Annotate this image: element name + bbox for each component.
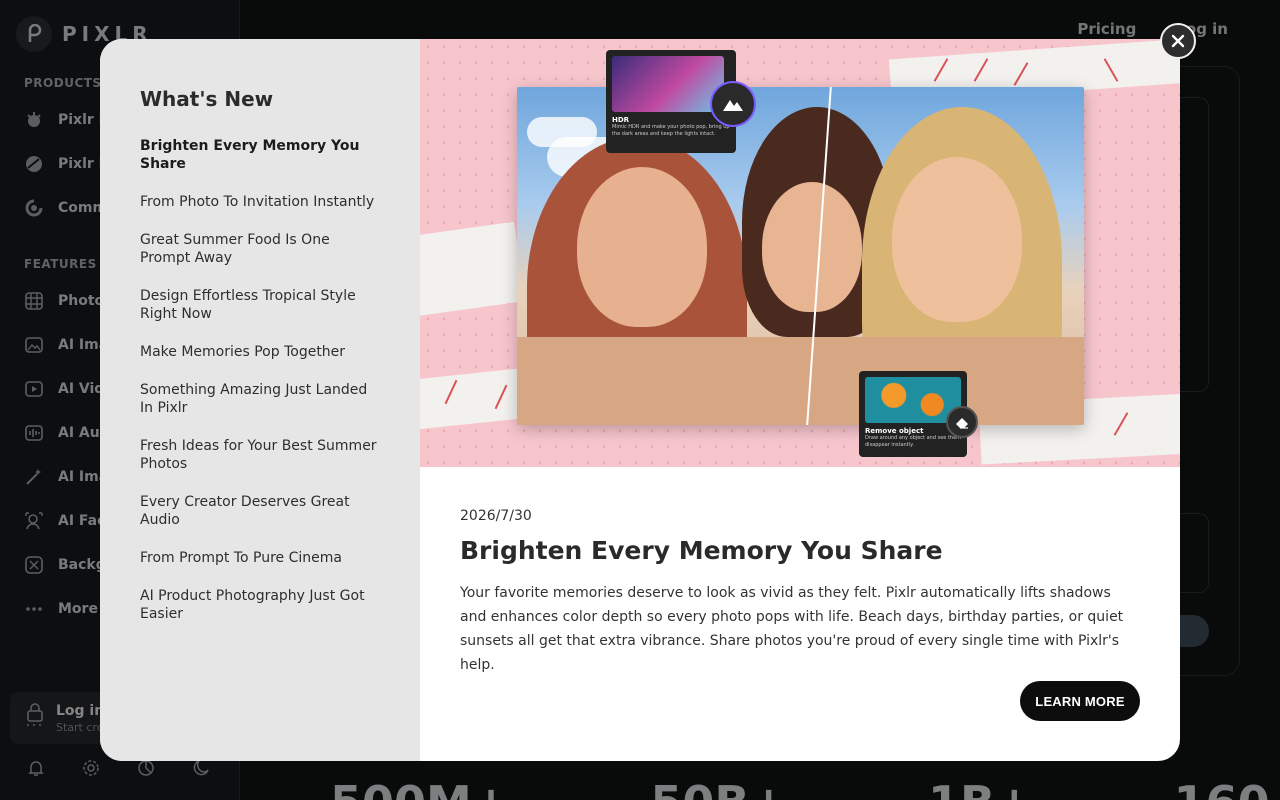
- news-item-summer-food[interactable]: Great Summer Food Is One Prompt Away: [140, 231, 380, 267]
- shoulders: [517, 337, 1084, 425]
- remove-card-desc: Draw around any object and see them disa…: [865, 435, 962, 448]
- news-item-amazing-landed[interactable]: Something Amazing Just Landed In Pixlr: [140, 381, 380, 417]
- hero-photo: [517, 87, 1084, 425]
- news-item-fresh-ideas[interactable]: Fresh Ideas for Your Best Summer Photos: [140, 437, 380, 473]
- face: [892, 157, 1022, 322]
- article-content: 2026/7/30 Brighten Every Memory You Shar…: [460, 508, 1140, 677]
- close-modal-button[interactable]: [1160, 23, 1196, 59]
- cloud: [527, 117, 597, 147]
- hdr-card-title: HDR: [612, 116, 630, 124]
- learn-more-button[interactable]: LEARN MORE: [1020, 681, 1140, 721]
- news-list: Brighten Every Memory You Share From Pho…: [140, 137, 380, 623]
- face: [577, 167, 707, 327]
- whats-new-modal: What's New Brighten Every Memory You Sha…: [100, 39, 1180, 761]
- hdr-card-desc: Mimic HDR and make your photo pop, bring…: [612, 124, 730, 137]
- news-item-memories-pop[interactable]: Make Memories Pop Together: [140, 343, 380, 361]
- article-date: 2026/7/30: [460, 508, 532, 524]
- torn-paper: [420, 221, 526, 317]
- hero-image: HDR Mimic HDR and make your photo pop, b…: [420, 39, 1180, 467]
- news-item-great-audio[interactable]: Every Creator Deserves Great Audio: [140, 493, 380, 529]
- eraser-icon: [946, 406, 978, 438]
- whats-new-heading: What's New: [140, 87, 274, 111]
- hdr-thumbnail: [612, 56, 724, 112]
- news-item-pure-cinema[interactable]: From Prompt To Pure Cinema: [140, 549, 380, 567]
- article-title: Brighten Every Memory You Share: [460, 536, 943, 565]
- face: [762, 182, 862, 312]
- whats-new-sidebar: What's New Brighten Every Memory You Sha…: [100, 39, 420, 761]
- hdr-icon: [710, 81, 756, 127]
- news-item-photo-invitation[interactable]: From Photo To Invitation Instantly: [140, 193, 380, 211]
- article-pane: HDR Mimic HDR and make your photo pop, b…: [420, 39, 1180, 761]
- news-item-product-photography[interactable]: AI Product Photography Just Got Easier: [140, 587, 380, 623]
- close-icon: [1171, 34, 1185, 48]
- news-item-brighten-memory[interactable]: Brighten Every Memory You Share: [140, 137, 380, 173]
- news-item-tropical-style[interactable]: Design Effortless Tropical Style Right N…: [140, 287, 380, 323]
- article-body: Your favorite memories deserve to look a…: [460, 585, 1124, 673]
